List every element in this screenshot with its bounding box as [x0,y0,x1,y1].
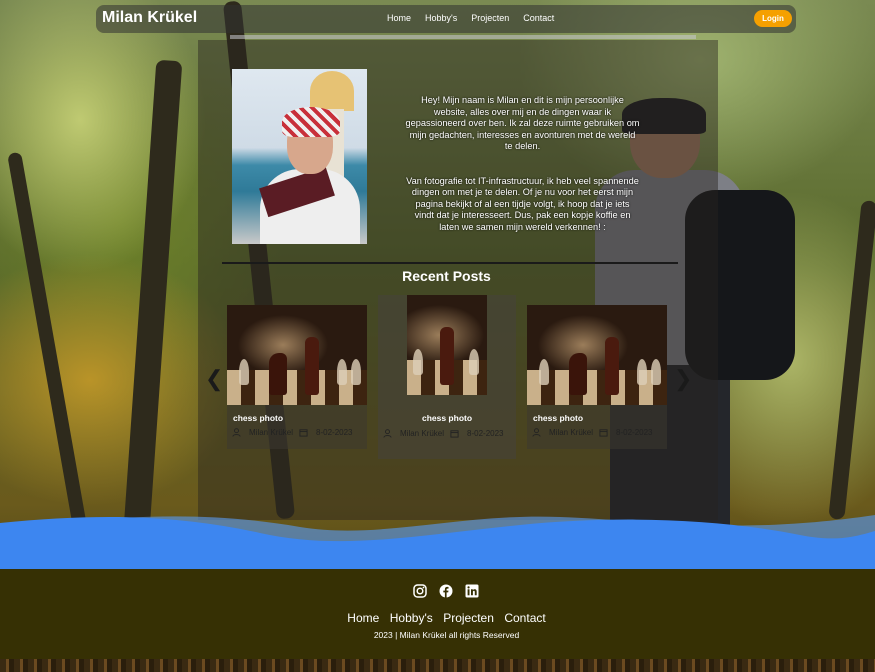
linkedin-icon[interactable] [465,584,479,598]
user-icon [383,429,394,439]
chevron-right-icon[interactable]: ❯ [674,366,692,392]
calendar-icon [299,428,310,437]
post-card[interactable]: chess photo Milan Krükel 8-02-2023 [227,305,367,449]
post-author: Milan Krükel [249,428,294,438]
post-meta: Milan Krükel 8-02-2023 [232,428,353,437]
about-paragraph-1: Hey! Mijn naam is Milan en dit is mijn p… [405,95,640,151]
nav-underline [230,35,696,39]
post-meta: Milan Krükel 8-02-2023 [532,428,653,437]
nav-contact[interactable]: Contact [523,13,554,23]
chevron-left-icon[interactable]: ❮ [205,366,223,392]
post-thumbnail[interactable] [527,305,667,405]
post-author: Milan Krükel [549,428,594,438]
post-thumbnail[interactable] [407,295,487,395]
footer-link-contact[interactable]: Contact [504,611,545,625]
footer-link-projecten[interactable]: Projecten [443,611,494,625]
post-title[interactable]: chess photo [378,413,516,423]
recent-posts-title: Recent Posts [402,268,491,284]
post-card[interactable]: chess photo Milan Krükel 8-02-2023 [378,295,516,459]
profile-photo [232,69,367,244]
login-button[interactable]: Login [754,10,792,27]
post-title[interactable]: chess photo [233,413,283,423]
post-title[interactable]: chess photo [533,413,583,423]
post-meta: Milan Krükel 8-02-2023 [383,429,504,438]
nav-links: Home Hobby's Projecten Contact [387,13,554,23]
post-date: 8-02-2023 [316,428,353,438]
site-brand[interactable]: Milan Krükel [102,9,197,27]
nav-projecten[interactable]: Projecten [471,13,509,23]
post-card[interactable]: chess photo Milan Krükel 8-02-2023 [527,305,667,449]
section-divider [222,262,678,264]
copyright-text: 2023 | Milan Krükel all rights Reserved [373,630,520,640]
about-text: Hey! Mijn naam is Milan en dit is mijn p… [405,95,640,256]
user-icon [232,428,243,438]
facebook-icon[interactable] [439,584,453,598]
social-links [413,584,479,598]
post-date: 8-02-2023 [467,429,504,439]
user-icon [532,428,543,438]
about-paragraph-2: Van fotografie tot IT-infrastructuur, ik… [406,175,639,232]
calendar-icon [450,429,461,438]
calendar-icon [599,428,610,437]
post-author: Milan Krükel [400,429,445,439]
footer-link-hobbys[interactable]: Hobby's [390,611,433,625]
footer-wave [0,515,875,575]
footer-links: Home Hobby's Projecten Contact [0,609,875,627]
post-thumbnail[interactable] [227,305,367,405]
background-grass [0,659,875,672]
post-date: 8-02-2023 [616,428,653,438]
instagram-icon[interactable] [413,584,427,598]
nav-home[interactable]: Home [387,13,411,23]
footer-link-home[interactable]: Home [347,611,379,625]
nav-hobbys[interactable]: Hobby's [425,13,457,23]
